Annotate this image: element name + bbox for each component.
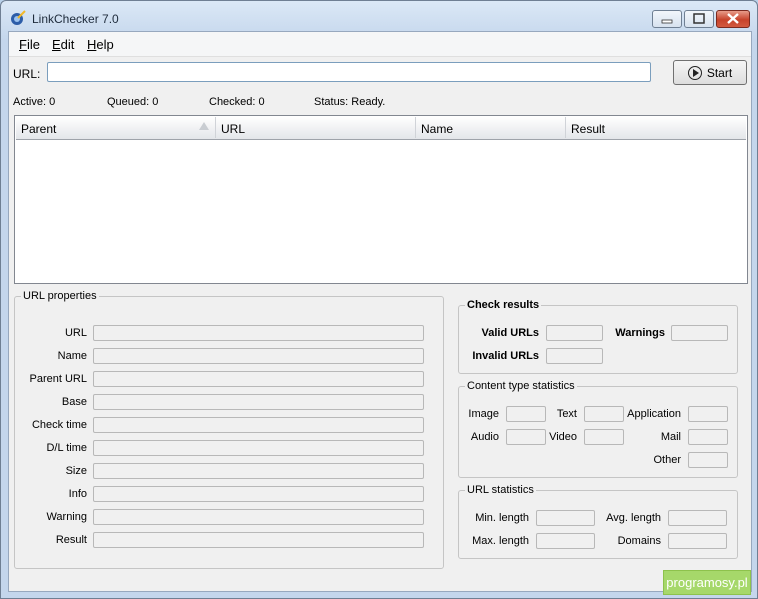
other-label: Other [653, 454, 681, 466]
min-length-value[interactable] [536, 510, 595, 526]
column-header-name[interactable]: Name [416, 117, 566, 138]
minimize-button[interactable] [652, 10, 682, 28]
checked-count: Checked: 0 [209, 96, 265, 108]
minimize-icon [661, 19, 673, 24]
min-length-label: Min. length [475, 512, 529, 524]
max-length-value[interactable] [536, 533, 595, 549]
content-type-statistics-group: Content type statistics Image Text Appli… [458, 380, 738, 478]
main-client-area: File Edit Help URL: Start Active: 0 Queu… [8, 31, 752, 592]
field-label-name: Name [57, 350, 87, 362]
url-properties-group: URL properties URL Name Parent URL Base … [14, 290, 444, 569]
audio-value[interactable] [506, 429, 546, 445]
field-dl-time[interactable] [93, 440, 424, 456]
status-text: Status: Ready. [314, 96, 386, 108]
table-header: Parent URL Name Result [16, 117, 746, 140]
watermark-badge: programosy.pl [663, 570, 751, 595]
audio-label: Audio [470, 431, 499, 443]
text-label: Text [556, 408, 577, 420]
field-name[interactable] [93, 348, 424, 364]
column-header-parent[interactable]: Parent [16, 117, 216, 138]
domains-value[interactable] [668, 533, 727, 549]
mail-value[interactable] [688, 429, 728, 445]
url-statistics-group: URL statistics Min. length Avg. length M… [458, 484, 738, 559]
menu-bar: File Edit Help [9, 32, 751, 57]
queued-count: Queued: 0 [107, 96, 159, 108]
sort-ascending-icon [199, 122, 209, 130]
video-value[interactable] [584, 429, 624, 445]
menu-edit[interactable]: Edit [52, 37, 74, 52]
max-length-label: Max. length [472, 535, 529, 547]
domains-label: Domains [617, 535, 661, 547]
field-parent-url[interactable] [93, 371, 424, 387]
other-value[interactable] [688, 452, 728, 468]
image-label: Image [468, 408, 499, 420]
field-url[interactable] [93, 325, 424, 341]
start-button[interactable]: Start [673, 60, 747, 85]
image-value[interactable] [506, 406, 546, 422]
close-icon [727, 13, 739, 24]
maximize-icon [693, 13, 705, 24]
application-value[interactable] [688, 406, 728, 422]
menu-file[interactable]: File [19, 37, 40, 52]
video-label: Video [549, 431, 577, 443]
window-title: LinkChecker 7.0 [32, 12, 119, 26]
title-bar[interactable]: LinkChecker 7.0 [1, 1, 757, 35]
active-count: Active: 0 [13, 96, 56, 108]
text-value[interactable] [584, 406, 624, 422]
invalid-urls-value[interactable] [546, 348, 603, 364]
field-result[interactable] [93, 532, 424, 548]
maximize-button[interactable] [684, 10, 714, 28]
field-base[interactable] [93, 394, 424, 410]
url-label: URL: [13, 67, 41, 81]
close-button[interactable] [716, 10, 750, 28]
linkchecker-app-icon [11, 10, 26, 25]
field-label-dl-time: D/L time [46, 442, 87, 454]
avg-length-label: Avg. length [606, 512, 661, 524]
url-properties-title: URL properties [21, 290, 99, 302]
warnings-value[interactable] [671, 325, 728, 341]
field-check-time[interactable] [93, 417, 424, 433]
app-window: LinkChecker 7.0 File Edit Help URL: Star… [0, 0, 758, 599]
mail-label: Mail [660, 431, 681, 443]
field-label-check-time: Check time [31, 419, 87, 431]
column-header-result[interactable]: Result [566, 117, 746, 138]
content-type-title: Content type statistics [465, 380, 577, 392]
valid-urls-label: Valid URLs [481, 327, 539, 339]
column-header-url[interactable]: URL [216, 117, 416, 138]
field-info[interactable] [93, 486, 424, 502]
application-label: Application [627, 408, 681, 420]
field-warning[interactable] [93, 509, 424, 525]
field-label-size: Size [65, 465, 87, 477]
field-size[interactable] [93, 463, 424, 479]
field-label-parent-url: Parent URL [29, 373, 87, 385]
field-label-warning: Warning [46, 511, 87, 523]
field-label-base: Base [61, 396, 87, 408]
field-label-url: URL [64, 327, 87, 339]
check-results-group: Check results Valid URLs Warnings Invali… [458, 299, 738, 374]
field-label-info: Info [68, 488, 87, 500]
play-icon [687, 65, 702, 80]
warnings-label: Warnings [615, 327, 665, 339]
avg-length-value[interactable] [668, 510, 727, 526]
results-table[interactable]: Parent URL Name Result [14, 115, 748, 284]
check-results-title: Check results [465, 299, 542, 311]
invalid-urls-label: Invalid URLs [472, 350, 539, 362]
field-label-result: Result [55, 534, 87, 546]
menu-help[interactable]: Help [87, 37, 114, 52]
url-input[interactable] [47, 62, 651, 82]
valid-urls-value[interactable] [546, 325, 603, 341]
start-label: Start [706, 65, 733, 80]
url-statistics-title: URL statistics [465, 484, 536, 496]
